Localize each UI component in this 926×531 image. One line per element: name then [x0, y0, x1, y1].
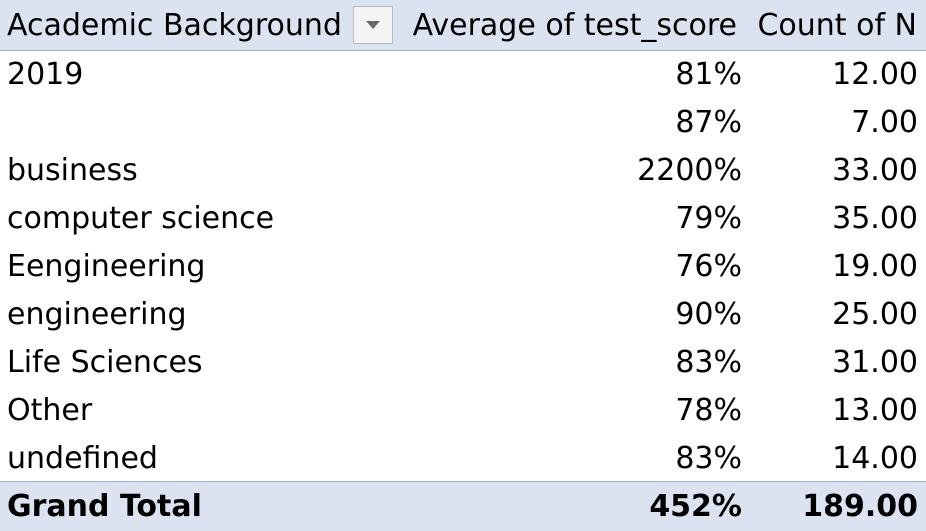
pivot-row[interactable]: Other 78% 13.00 — [0, 386, 926, 434]
avg-value[interactable]: 83% — [675, 345, 742, 380]
avg-value[interactable]: 79% — [675, 201, 742, 236]
row-label[interactable]: 2019 — [7, 57, 83, 92]
avg-value[interactable]: 83% — [675, 441, 742, 476]
row-label-header[interactable]: Academic Background — [7, 8, 342, 43]
pivot-row[interactable]: 87% 7.00 — [0, 98, 926, 146]
grand-total-label[interactable]: Grand Total — [7, 489, 202, 524]
pivot-row[interactable]: 2019 81% 12.00 — [0, 50, 926, 98]
row-label[interactable]: engineering — [7, 297, 187, 332]
avg-test-score-header[interactable]: Average of test_score — [413, 8, 737, 43]
count-value[interactable]: 31.00 — [832, 345, 918, 380]
avg-value[interactable]: 78% — [675, 393, 742, 428]
row-label[interactable]: Other — [7, 393, 92, 428]
pivot-row[interactable]: Eengineering 76% 19.00 — [0, 242, 926, 290]
grand-total-count[interactable]: 189.00 — [802, 489, 918, 524]
dropdown-arrow-icon — [366, 21, 380, 29]
avg-value[interactable]: 76% — [675, 249, 742, 284]
count-value[interactable]: 12.00 — [832, 57, 918, 92]
avg-value[interactable]: 81% — [675, 57, 742, 92]
count-value[interactable]: 7.00 — [851, 105, 918, 140]
grand-total-avg[interactable]: 452% — [649, 489, 742, 524]
avg-value[interactable]: 2200% — [637, 153, 742, 188]
count-value[interactable]: 13.00 — [832, 393, 918, 428]
filter-dropdown-button[interactable] — [353, 6, 393, 44]
row-label[interactable]: computer science — [7, 201, 274, 236]
row-label[interactable]: business — [7, 153, 138, 188]
grand-total-row[interactable]: Grand Total 452% 189.00 — [0, 481, 926, 531]
count-value[interactable]: 25.00 — [832, 297, 918, 332]
count-value[interactable]: 33.00 — [832, 153, 918, 188]
pivot-row[interactable]: undefined 83% 14.00 — [0, 434, 926, 482]
row-label[interactable]: undefined — [7, 441, 158, 476]
pivot-table: Academic Background Average of test_scor… — [0, 0, 926, 531]
pivot-row[interactable]: engineering 90% 25.00 — [0, 290, 926, 338]
pivot-row[interactable]: business 2200% 33.00 — [0, 146, 926, 194]
count-value[interactable]: 14.00 — [832, 441, 918, 476]
avg-value[interactable]: 90% — [675, 297, 742, 332]
count-n-header[interactable]: Count of N — [757, 8, 917, 43]
count-value[interactable]: 35.00 — [832, 201, 918, 236]
count-value[interactable]: 19.00 — [832, 249, 918, 284]
row-label[interactable]: Life Sciences — [7, 345, 203, 380]
pivot-header-row: Academic Background Average of test_scor… — [0, 0, 926, 51]
avg-value[interactable]: 87% — [675, 105, 742, 140]
row-label[interactable]: Eengineering — [7, 249, 205, 284]
pivot-row[interactable]: Life Sciences 83% 31.00 — [0, 338, 926, 386]
pivot-row[interactable]: computer science 79% 35.00 — [0, 194, 926, 242]
